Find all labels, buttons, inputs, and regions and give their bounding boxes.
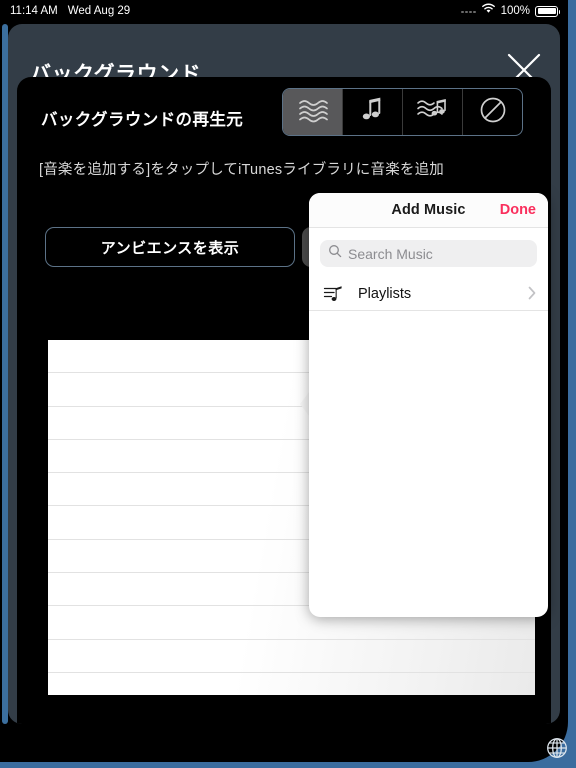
show-ambience-button[interactable]: アンビエンスを表示 <box>45 227 295 267</box>
status-bar: 11:14 AM Wed Aug 29 100% <box>0 0 568 22</box>
add-music-popover: Add Music Done Search Music Playlists <box>309 193 548 617</box>
none-prohibited-icon <box>478 95 508 130</box>
battery-full-icon <box>535 5 560 17</box>
segment-ambience[interactable] <box>283 89 343 135</box>
popover-header: Add Music Done <box>309 193 548 228</box>
show-ambience-button-label: アンビエンスを表示 <box>100 239 240 257</box>
wifi-icon <box>481 0 496 22</box>
status-date: Wed Aug 29 <box>67 5 131 17</box>
search-icon <box>328 244 342 263</box>
signal-dots-icon <box>461 0 476 22</box>
status-time: 11:14 AM <box>10 5 58 17</box>
ambience-waves-icon <box>296 96 330 129</box>
list-item[interactable] <box>48 673 535 695</box>
ipad-screen: 11:14 AM Wed Aug 29 100% バックグラウンド バックグラウ… <box>0 0 576 768</box>
segment-music[interactable] <box>343 89 403 135</box>
background-source-segmented-control[interactable] <box>282 88 523 136</box>
segment-none[interactable] <box>463 89 522 135</box>
section-heading: バックグラウンドの再生元 <box>41 111 244 129</box>
list-item[interactable] <box>48 640 535 673</box>
ambience-and-music-icon <box>416 96 450 129</box>
list-item-label: Playlists <box>358 285 412 302</box>
status-bar-left: 11:14 AM Wed Aug 29 <box>10 0 130 22</box>
done-button[interactable]: Done <box>500 202 536 218</box>
status-bar-right: 100% <box>461 0 560 22</box>
list-item-playlists[interactable]: Playlists <box>309 277 548 311</box>
battery-percent-label: 100% <box>500 5 530 17</box>
chevron-right-icon <box>528 286 536 305</box>
globe-icon[interactable] <box>545 735 569 764</box>
music-note-icon <box>360 96 386 129</box>
segment-ambience-and-music[interactable] <box>403 89 463 135</box>
playlist-icon <box>323 284 345 304</box>
add-music-hint: [音楽を追加する]をタップしてiTunesライブラリに音楽を追加 <box>39 162 445 178</box>
search-placeholder: Search Music <box>348 245 433 262</box>
search-input[interactable]: Search Music <box>320 240 537 267</box>
